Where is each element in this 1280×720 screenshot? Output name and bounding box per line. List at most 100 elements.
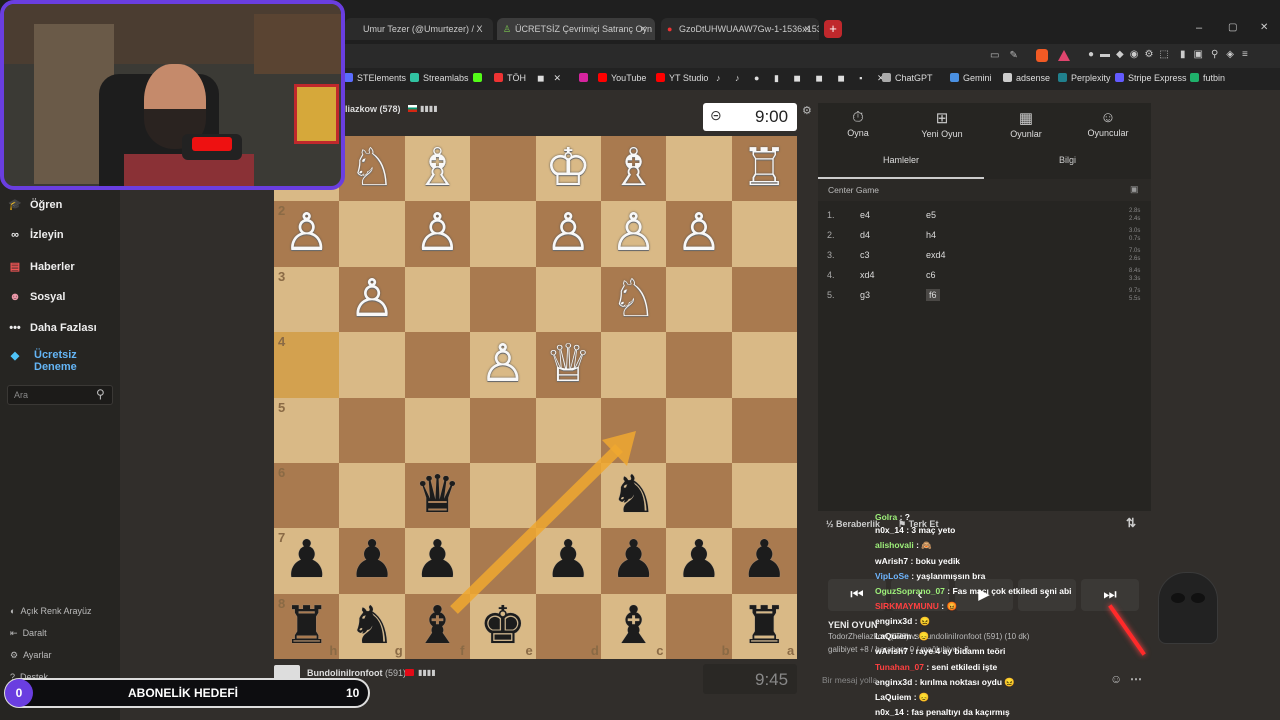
black-move: c6	[926, 270, 936, 280]
chat-text: : boku yedik	[908, 556, 961, 566]
sidebar-collapse[interactable]: ⇤ Daralt	[10, 628, 47, 639]
sidebar-item-news[interactable]: ▤ Haberler	[8, 260, 75, 273]
bookmark-item[interactable]: Stripe Express	[1115, 73, 1187, 83]
black-move: exd4	[926, 250, 946, 260]
move-row[interactable]: 4. xd4 c6 8.4s 3.3s	[818, 265, 1151, 285]
close-icon[interactable]: ✕	[639, 18, 647, 40]
bookmark-item[interactable]: Gemini	[950, 73, 992, 83]
plus-square-icon: ⊞	[935, 110, 949, 127]
half-icon: ½	[826, 519, 834, 529]
board-icon: ▦	[1018, 110, 1034, 127]
chat-text: : 😖	[912, 616, 931, 626]
move-number: 3.	[827, 250, 835, 260]
emoji-icon[interactable]: ☺	[1110, 672, 1122, 686]
black-move: f6	[926, 289, 940, 301]
move-arrow	[450, 431, 636, 614]
search-icon[interactable]: ⚲	[96, 387, 105, 401]
sidebar-settings[interactable]: ⚙ Ayarlar	[10, 650, 51, 661]
tab-new-game[interactable]: ⊞ Yeni Oyun	[902, 109, 982, 139]
chat-username: wArish7	[875, 646, 909, 656]
bookmark-item[interactable]: TÖH	[494, 73, 526, 83]
subscription-goal-bar: 0 ABONELİK HEDEFİ 10	[4, 678, 370, 708]
tab-players[interactable]: ☺ Oyuncular	[1068, 109, 1148, 138]
sidebar-light-theme[interactable]: ◐ Açık Renk Arayüz	[10, 606, 91, 616]
tab-chess[interactable]: ♙ ÜCRETSİZ Çevrimiçi Satranç Oyn ✕	[497, 18, 655, 40]
sidebar-item-social[interactable]: ☻ Sosyal	[8, 291, 65, 303]
sidebar-item-free-trial[interactable]: ◆ Ücretsiz Deneme	[8, 349, 88, 373]
chess-board[interactable]: ♘ ♗ ♔ ♗ ♖ ♙ ♙ ♙ ♙ ♙ ♙ ♘ ♙ ♕ ♛ ♞ ♟ ♟ ♟ ♟ ♟ ♟ ♟ ♜ ♞ ♝ ♚ ♝ ♜ 2 3 4 5 6 7 8 h g f e…	[274, 136, 798, 660]
black-move: h4	[926, 230, 937, 240]
bookmark-icons[interactable]: ♪ ♪ ● ▮ ◼ ◼ ◼ ▪ ✕	[716, 73, 891, 84]
chat-input[interactable]: Bir mesaj yolla	[822, 675, 877, 685]
chat-text: : raye 4 ay bidamn teöri	[908, 646, 1006, 656]
signal-icon: ▮▮▮▮	[420, 104, 438, 113]
white-move: d4	[860, 230, 871, 240]
chat-message: SIRKMAYMUNU : 😡	[875, 601, 957, 612]
flip-board-icon[interactable]: ⇅	[1126, 516, 1136, 530]
more-options-icon[interactable]: ⋯	[1130, 672, 1142, 686]
chat-username: Golra	[875, 512, 898, 522]
menu-icons[interactable]: ▮▣⚲◈≡	[1180, 49, 1256, 60]
collapse-icon: ⇤	[10, 628, 18, 638]
bookmark-item[interactable]: YT Studio	[656, 73, 708, 83]
window-close-icon[interactable]: ✕	[1260, 22, 1268, 33]
move-row[interactable]: 5. g3 f6 9.7s 5.5s	[818, 285, 1151, 305]
chat-text: : seni etkiledi işte	[923, 662, 998, 672]
move-row[interactable]: 2. d4 h4 3.0s 0.7s	[818, 225, 1151, 245]
board-settings-icon[interactable]: ⚙	[802, 104, 812, 117]
minimize-icon[interactable]: –	[1196, 22, 1202, 34]
bookmark-item[interactable]: futbin	[1190, 73, 1225, 83]
subtab-moves[interactable]: Hamleler	[818, 149, 984, 179]
search-field[interactable]: Ara ⚲	[7, 385, 113, 405]
maximize-icon[interactable]: ▢	[1228, 22, 1237, 33]
stopwatch-icon: ⏱	[852, 109, 864, 126]
book-icon[interactable]: ▣	[1130, 184, 1139, 195]
move-number: 4.	[827, 270, 835, 280]
extension-icons[interactable]: ●▬◆◉⚙⬚	[1088, 49, 1175, 60]
move-row[interactable]: 1. e4 e5 2.8s 2.4s	[818, 205, 1151, 225]
move-arrow-shaft	[450, 444, 623, 614]
subtab-info[interactable]: Bilgi	[984, 149, 1151, 179]
toolbar-icons[interactable]: ▭✎	[990, 50, 1028, 61]
bookmark-item[interactable]: YouTube	[598, 73, 646, 83]
bookmark-item[interactable]: STElements	[344, 73, 406, 83]
bookmark-item[interactable]: adsense	[1003, 73, 1050, 83]
vader-figure	[1158, 572, 1218, 644]
new-tab-button[interactable]: +	[824, 20, 842, 38]
sidebar-item-learn[interactable]: 🎓 Öğren	[8, 198, 62, 211]
bottom-player-name[interactable]: BundoliniIronfoot (591)	[307, 668, 406, 678]
tab-twitter[interactable]: Umur Tezer (@Umurtezer) / X	[345, 18, 493, 40]
move-times: 9.7s 5.5s	[1129, 288, 1141, 302]
close-icon[interactable]: ✕	[803, 18, 811, 40]
bottom-clock-time: 9:45	[755, 670, 789, 689]
sidebar-item-watch[interactable]: ∞ İzleyin	[8, 229, 64, 241]
stream-chat: ½ Beraberlik ⚑ Terk Et ⇅ YENİ OYUN Todor…	[818, 510, 1158, 720]
tab-image[interactable]: ● GzoDtUHWUAAW7Gw-1-1536x1536 ✕	[661, 18, 819, 40]
top-player-name[interactable]: liazkow (578)	[345, 104, 401, 114]
chat-message: enginx3d : kırılma noktası oydu 😖	[875, 677, 1015, 688]
draw-button[interactable]: ½ Beraberlik	[826, 519, 880, 529]
chat-message: Golra : ?	[875, 512, 910, 522]
chat-message: enginx3d : 😖	[875, 616, 930, 627]
tab-play[interactable]: ⏱ Oyna	[818, 109, 898, 138]
tab-games[interactable]: ▦ Oyunlar	[986, 109, 1066, 139]
bookmark-item[interactable]	[473, 73, 486, 83]
chat-username: LaQuiem	[875, 631, 912, 641]
bookmark-item[interactable]: Streamlabs	[410, 73, 469, 83]
rewards-icon[interactable]	[1058, 50, 1070, 61]
bookmark-item[interactable]	[579, 73, 592, 83]
diamond-icon: ◆	[10, 350, 20, 362]
search-placeholder: Ara	[14, 390, 29, 400]
sidebar-item-more[interactable]: ••• Daha Fazlası	[8, 322, 96, 334]
players-icon: ☺	[1100, 109, 1116, 126]
move-number: 2.	[827, 230, 835, 240]
move-row[interactable]: 3. c3 exd4 7.0s 2.6s	[818, 245, 1151, 265]
chat-username: LaQuiem	[875, 692, 912, 702]
bookmark-item[interactable]: Perplexity	[1058, 73, 1111, 83]
chat-text: : ?	[897, 512, 910, 522]
brave-icon[interactable]	[1036, 49, 1048, 62]
top-clock-time: 9:00	[755, 107, 789, 126]
bookmark-icons[interactable]: ◼✕	[537, 73, 570, 84]
bookmark-item[interactable]: ChatGPT	[882, 73, 933, 83]
chess-favicon-icon: ♙	[503, 24, 512, 34]
